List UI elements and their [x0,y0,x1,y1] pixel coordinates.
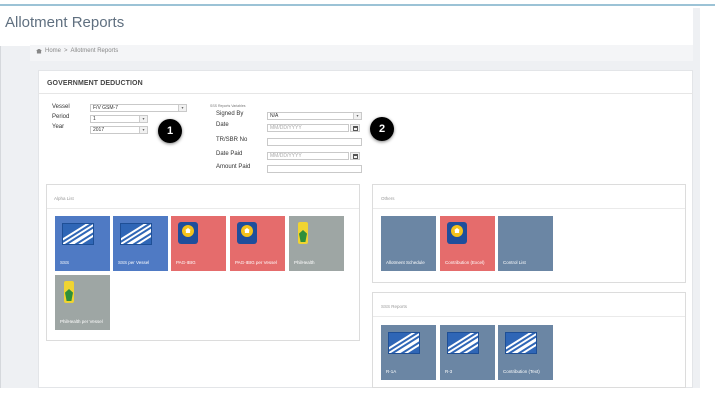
tile-contribution-excel[interactable]: Contribution (Excel) [440,216,495,271]
tile-contribution-text[interactable]: Contribution (Text) [498,325,553,380]
sss-icon [62,223,94,245]
tile-philhealth-per-vessel[interactable]: PhilHealth per Vessel [55,275,110,330]
breadcrumb-separator: > [64,48,68,54]
home-icon [36,48,42,54]
philhealth-icon [296,222,310,244]
sss-reports-title: SSS Reports [381,304,408,309]
chevron-down-icon: ▾ [139,116,147,122]
year-label: Year [52,124,65,130]
tile-label: SSS [60,259,70,265]
callout-badge-1: 1 [158,119,182,143]
tile-sss[interactable]: SSS [55,216,110,271]
tile-label: PAG-IBIG per Vessel [235,259,277,265]
signed-by-select[interactable]: N/A ▾ [267,112,362,120]
tile-r-1a[interactable]: R-1A [381,325,436,380]
tile-r-3[interactable]: R-3 [440,325,495,380]
philhealth-icon [62,281,76,303]
tile-philhealth[interactable]: PhilHealth [289,216,344,271]
amount-paid-label: Amount Paid [216,164,251,170]
breadcrumb-home[interactable]: Home [45,48,61,54]
alpha-list-divider [47,208,359,209]
sss-icon [388,332,420,354]
tile-label: Contribution (Excel) [445,259,485,265]
others-divider [373,208,685,209]
tile-label: SSS per Vessel [118,259,150,265]
tile-pag-ibig-per-vessel[interactable]: PAG-IBIG per Vessel [230,216,285,271]
tile-sss-per-vessel[interactable]: SSS per Vessel [113,216,168,271]
tr-sbr-input[interactable] [267,138,362,146]
vessel-value: F/V GSM-7 [93,105,119,111]
breadcrumb: Home > Allotment Reports [36,48,118,54]
chevron-down-icon: ▾ [139,127,147,133]
pag-ibig-icon [447,222,467,244]
vessel-select[interactable]: F/V GSM-7 ▾ [90,104,187,112]
date-paid-input[interactable]: MM/DD/YYYY [267,152,349,160]
tile-label: R-1A [386,368,397,374]
date-paid-label: Date Paid [216,151,243,157]
amount-paid-input[interactable] [267,165,362,173]
tile-label: PhilHealth [294,259,315,265]
date-placeholder: MM/DD/YYYY [270,125,302,131]
calendar-icon [352,125,358,131]
tile-label: Allotment Schedule [386,259,425,265]
period-label: Period [52,114,70,120]
sss-icon [120,223,152,245]
vessel-label: Vessel [52,104,70,110]
sss-variables-label: SSS Reports Variables [210,104,246,108]
signed-by-value: N/A [270,113,279,119]
chevron-down-icon: ▾ [178,105,186,111]
tile-control-list[interactable]: Control List [498,216,553,271]
calendar-icon [352,153,358,159]
section-title: GOVERNMENT DEDUCTION [47,80,143,87]
signed-by-label: Signed By [216,111,244,117]
tile-label: PAG-IBIG [176,259,196,265]
alpha-list-title: Alpha List [54,196,74,201]
period-select[interactable]: 1 ▾ [90,115,148,123]
breadcrumb-bar [30,45,693,61]
tile-label: R-3 [445,368,453,374]
year-select[interactable]: 2017 ▾ [90,126,148,134]
tile-label: Control List [503,259,526,265]
sss-icon [447,332,479,354]
period-value: 1 [93,116,96,122]
others-title: Others [381,196,395,201]
top-accent-line [0,4,715,6]
pag-ibig-icon [178,222,198,244]
date-label: Date [216,122,229,128]
section-divider [38,93,693,94]
date-input[interactable]: MM/DD/YYYY [267,124,349,132]
tile-label: PhilHealth per Vessel [60,318,103,324]
date-calendar-button[interactable] [350,124,360,132]
tile-label: Contribution (Text) [503,368,540,374]
pag-ibig-icon [237,222,257,244]
sss-reports-divider [373,316,685,317]
sss-icon [505,332,537,354]
callout-badge-2: 2 [370,117,394,141]
date-paid-calendar-button[interactable] [350,152,360,160]
page-title: Allotment Reports [5,14,125,31]
tile-allotment-schedule[interactable]: Allotment Schedule [381,216,436,271]
tile-pag-ibig[interactable]: PAG-IBIG [171,216,226,271]
breadcrumb-current: Allotment Reports [70,48,119,54]
year-value: 2017 [93,127,105,133]
date-paid-placeholder: MM/DD/YYYY [270,153,302,159]
chevron-down-icon: ▾ [353,113,361,119]
tr-sbr-label: TR/SBR No [216,137,248,143]
